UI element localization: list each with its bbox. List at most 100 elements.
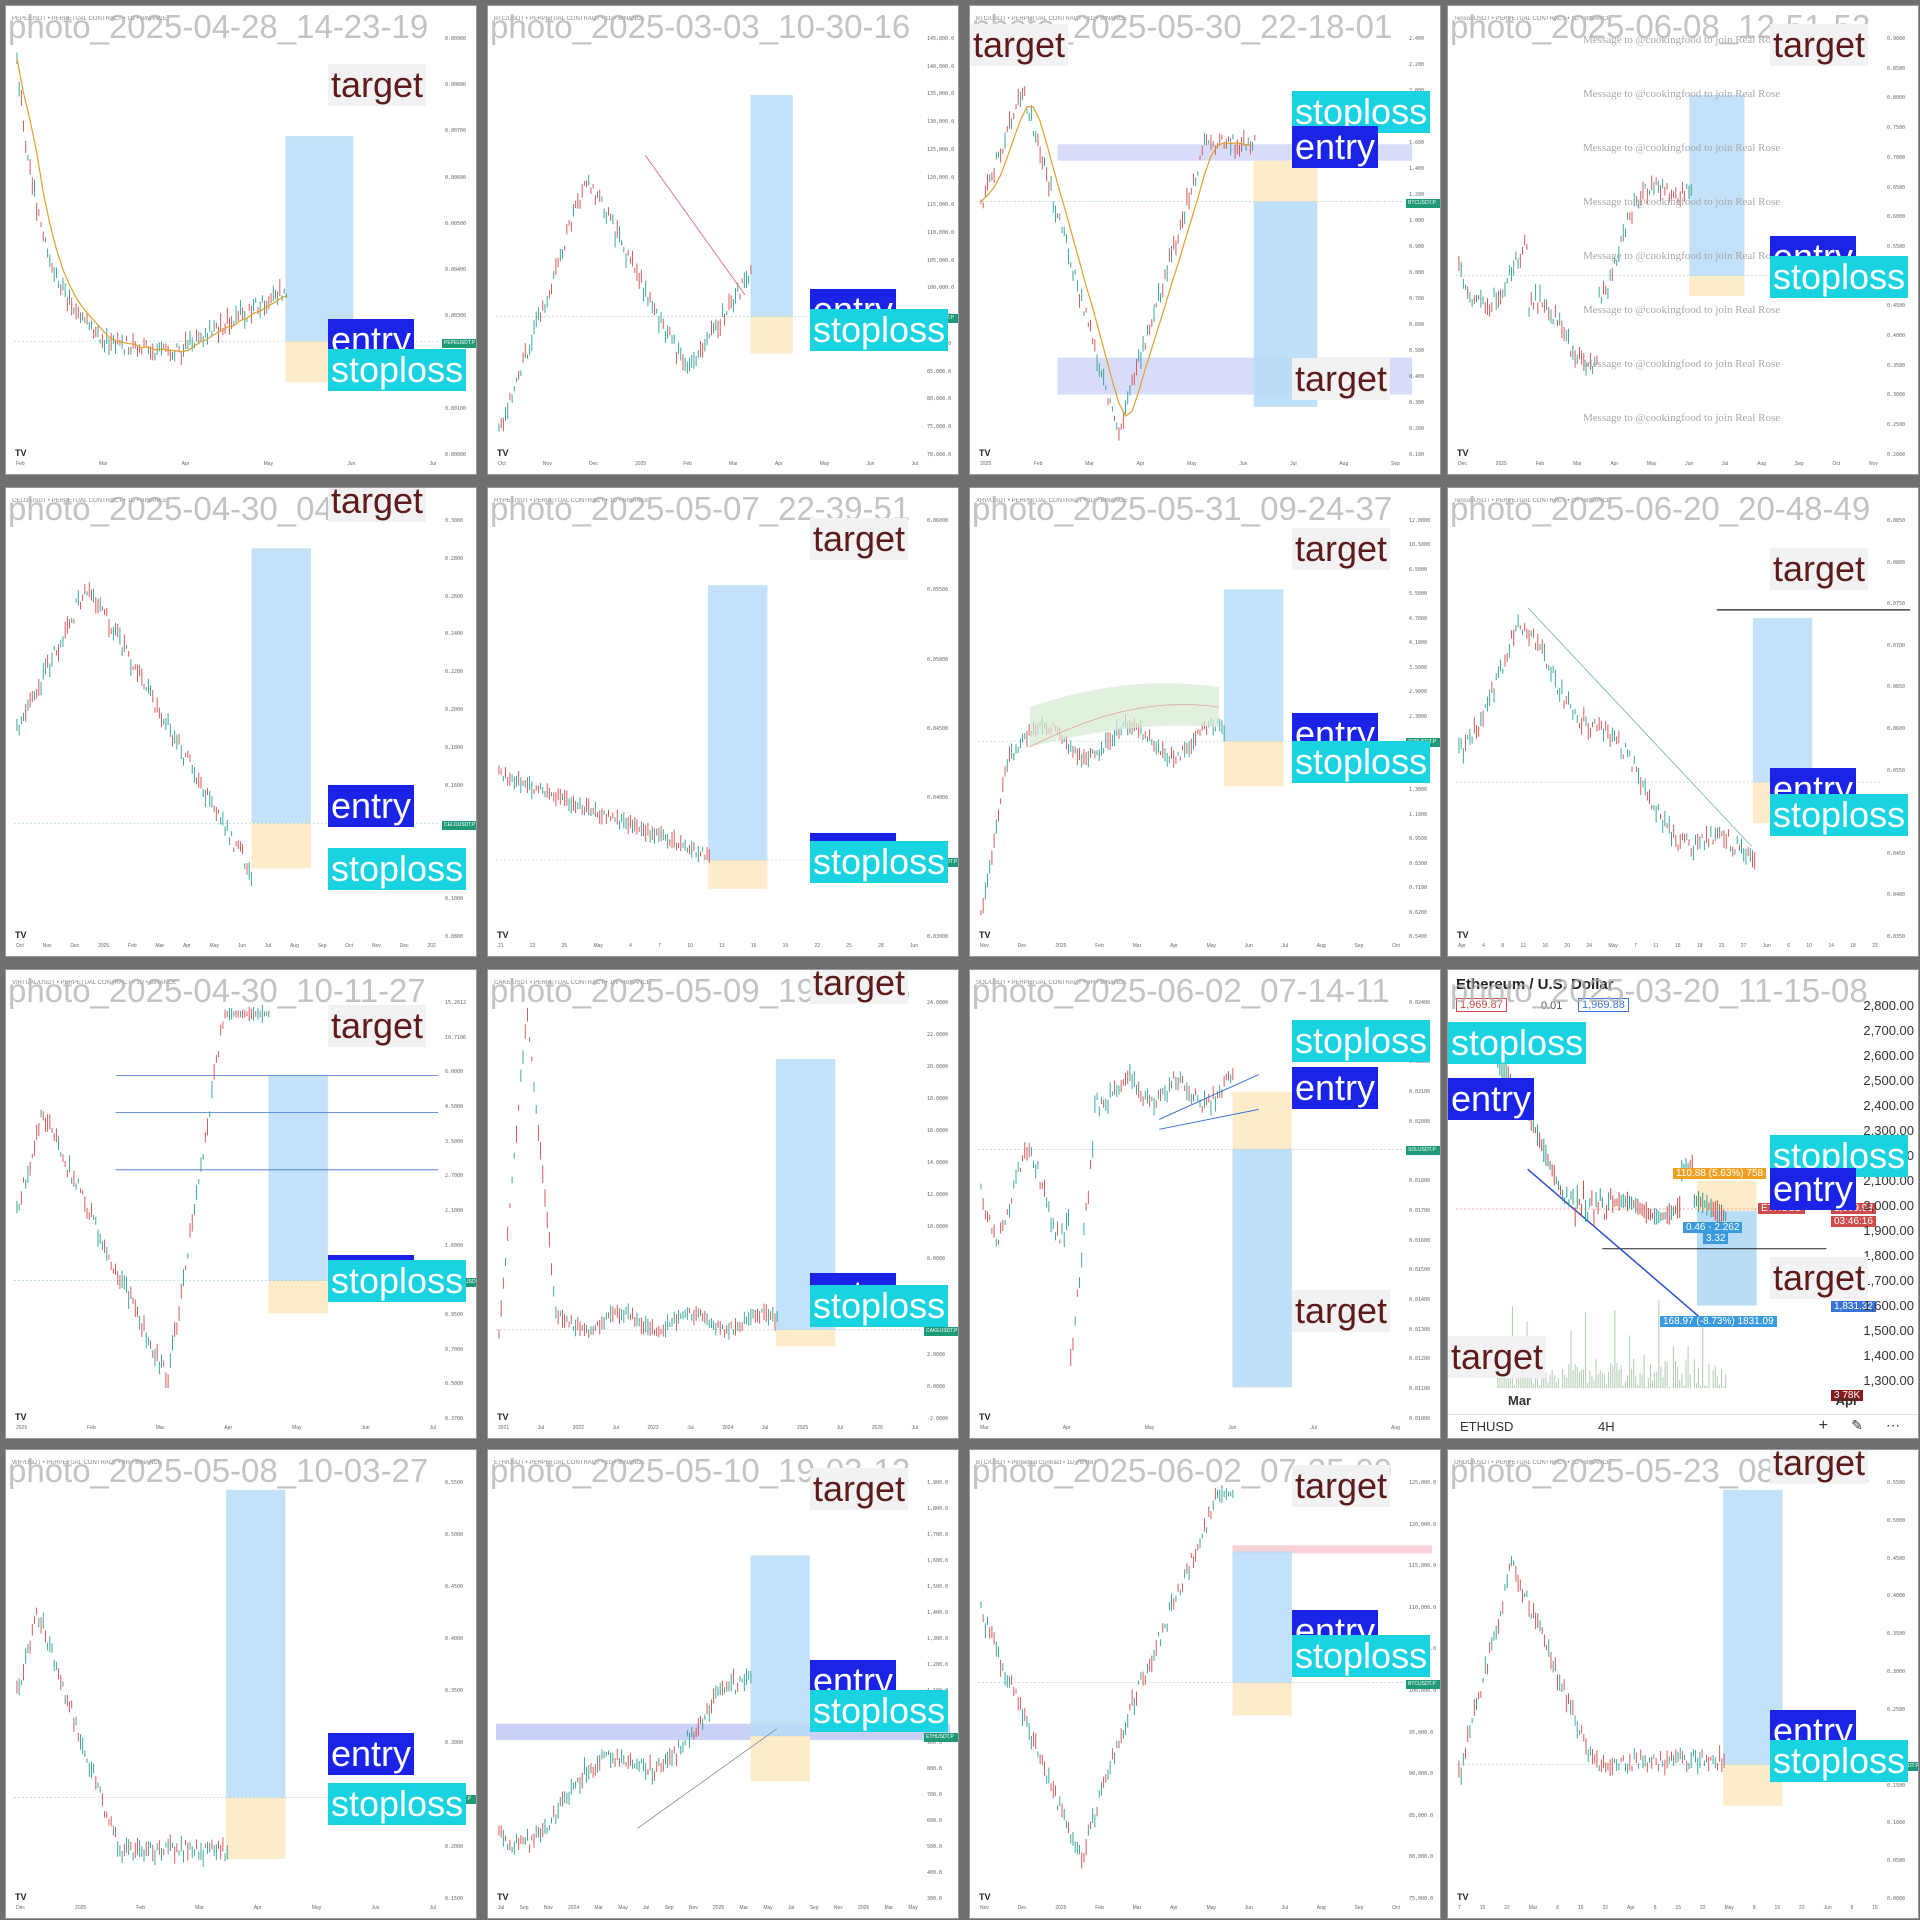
target-label: target [810, 1468, 909, 1510]
time-tick-label: Aug [1316, 943, 1326, 949]
time-tick-label: Mar [884, 1905, 894, 1911]
time-tick-label: 21 [498, 943, 504, 949]
time-axis[interactable]: 2021 Jul 2022 Jul 2023 Jul 2024 Jul 2025 Jul 2026 J… [498, 1425, 918, 1435]
price-axis[interactable]: 0.9000 0.8500 0.8000 0.7500 0.7000 0.6500 0.60… [1884, 36, 1918, 458]
draw-icon[interactable]: ✎ [1851, 1417, 1863, 1434]
time-tick-label: 13 [719, 943, 725, 949]
price-tick-label: 12.0000 [1409, 518, 1431, 524]
time-tick-label: Apr [1170, 943, 1178, 949]
price-tick-label: 0.01700 [1409, 1207, 1431, 1214]
time-tick-label: Jul [1281, 1905, 1289, 1911]
chart-panel: VIRTUAL/USDT • PERPETUAL CONTRACT • 1D •… [5, 969, 477, 1439]
price-axis[interactable]: 0.024000.023000.022000.021000.020000.019… [1406, 1000, 1440, 1422]
price-axis[interactable]: 0.00900 0.00800 0.00700 0.00600 0.00500 0.004… [442, 36, 476, 458]
price-axis[interactable]: 0.0850 0.0800 0.0750 0.0700 0.0650 0.0600 0.05… [1884, 518, 1918, 940]
time-axis[interactable]: Jul Sep Nov 2024 Mar May Jul Sep Nov 2025 Mar May Ju… [498, 1905, 918, 1915]
price-tick-label: 0.0650 [1887, 684, 1906, 691]
price-tick-label: 135,000.0 [927, 91, 955, 98]
time-axis[interactable]: Oct Nov Dec 2025 Feb Mar Apr May Jun Jul [498, 461, 918, 471]
price-tick-label: 1.600 [1409, 140, 1425, 146]
chart-panel: ETH/USDT • PERPETUAL CONTRACT • 1D • BIN… [487, 1449, 959, 1919]
price-tick-label: 14.0000 [927, 1160, 949, 1166]
price-tick-label: 0.8300 [1409, 860, 1428, 867]
price-tick-label: 10.7106 [445, 1034, 467, 1041]
time-tick-label: Feb [1095, 943, 1104, 949]
price-axis[interactable]: 145,000.0 140,000.0 135,000.0 130,000.0 125,… [924, 36, 958, 458]
price-tick-label: 16.0000 [927, 1128, 949, 1134]
more-icon[interactable]: ⋯ [1886, 1417, 1900, 1434]
price-axis[interactable]: 15.2612 10.7106 6.0000 4.5000 3.5000 2.7000 2.… [442, 1000, 476, 1422]
price-tick-label: 100,000.0 [1409, 1687, 1437, 1694]
time-tick-label: Mar [980, 1425, 989, 1431]
time-axis[interactable]: Nov Dec 2025 Feb Mar Apr May Jun Jul Aug Sep Oct [980, 1905, 1400, 1915]
price-tick-label: 0.0000 [1887, 1895, 1906, 1902]
time-tick-label: May [292, 1425, 302, 1431]
price-tick-label: 0.0800 [445, 933, 464, 940]
price-tick-label: 0.9500 [445, 1311, 464, 1318]
time-axis[interactable]: Nov Dec 2025 Feb Mar Apr May Jun Jul Aug Sep Oct [980, 943, 1400, 953]
risk-zone [1696, 1181, 1757, 1211]
price-tick-label: 0.1500 [445, 1896, 464, 1902]
price-tick-label: 1,800.0 [927, 1506, 949, 1512]
price-axis[interactable]: 125,000.0120,000.0115,000.0110,000.0105,… [1406, 1480, 1440, 1902]
price-axis[interactable]: 0.55000.50000.45000.40000.35000.30000.25… [1884, 1480, 1918, 1902]
chart-canvas [13, 1489, 439, 1867]
price-tick-label: 2.200 [1409, 62, 1425, 68]
time-axis[interactable]: Apr 4 8 12 16 20 24 May 7 11 15 19 23 27 Jun 6 10 14 18 22 [1458, 943, 1878, 953]
time-tick-label: 10 [687, 943, 693, 949]
price-tick-label: 15.2612 [445, 1000, 467, 1006]
price-tick-label: 0.6500 [1887, 184, 1906, 191]
time-axis[interactable]: Mar Apr [1508, 1393, 1858, 1408]
price-axis[interactable]: 12.0000 10.5000 6.5000 5.5000 4.7000 4.1000 3.… [1406, 518, 1440, 940]
interval-button[interactable]: 4H [1598, 1419, 1615, 1434]
time-axis[interactable]: Feb Mar Apr May Jun Jul [16, 461, 436, 471]
price-tick-label: 140,000.0 [927, 63, 955, 70]
target-zone [1752, 618, 1813, 783]
price-tick-label: 0.01800 [1409, 1178, 1431, 1185]
time-tick-label: Mar [195, 1905, 204, 1911]
price-tick-label: 75,000.0 [927, 424, 952, 431]
price-tick-label: 120,000.0 [1409, 1521, 1437, 1528]
time-tick-label: Jul [761, 1425, 769, 1431]
symbol-label[interactable]: ETHUSD [1460, 1419, 1513, 1434]
price-tick-label: 1.6000 [445, 1242, 464, 1249]
time-tick-label: 22 [1799, 1905, 1805, 1911]
time-axis[interactable]: 2025 Feb Mar Apr May Jun Jul [16, 1425, 436, 1435]
price-tick-label: 0.3500 [1887, 362, 1906, 369]
time-axis[interactable]: 2025 Feb Mar Apr May Jun Jul Aug Sep [980, 461, 1400, 471]
price-tick-label: 2.9000 [1409, 689, 1428, 696]
time-axis[interactable]: 21 23 25 May 4 7 10 13 16 19 22 25 28 Jun [498, 943, 918, 953]
measure-label-mid2: 3.32 [1703, 1233, 1729, 1244]
time-tick-label: May [1608, 943, 1618, 949]
tradingview-logo-icon: TV [1457, 448, 1469, 458]
time-tick-label: Aug [1391, 1425, 1400, 1431]
price-tick-label: 0.400 [1409, 374, 1425, 380]
price-tick-label: 0.01000 [1409, 1415, 1431, 1422]
measure-label-up: 110.88 (5.63%) 758 [1673, 1168, 1767, 1179]
entry-label: entry [328, 1733, 415, 1775]
time-tick-label: Apr [1835, 1393, 1858, 1408]
chart-canvas [1455, 1489, 1881, 1806]
time-tick-label: 15 [1479, 1905, 1486, 1911]
time-tick-label: 2026 [871, 1425, 883, 1431]
time-axis[interactable]: Mar Apr May Jun Jul Aug [980, 1425, 1400, 1435]
price-tick-label: 0.1000 [445, 896, 464, 903]
time-axis[interactable]: Dec 2025 Feb Mar Apr May Jun Jul [16, 1905, 436, 1915]
add-icon[interactable]: + [1819, 1417, 1828, 1435]
time-tick-label: Dec [70, 943, 80, 949]
price-axis[interactable]: 24.0000 22.0000 20.0000 18.0000 16.0000 14.00… [924, 1000, 958, 1422]
time-axis[interactable]: Oct Nov Dec 2025 Feb Mar Apr May Jun Jul Aug Sep Oct… [16, 943, 436, 953]
time-tick-label: 2025 [713, 1905, 725, 1911]
time-axis[interactable]: Dec 2025 Feb Mar Apr May Jun Jul Aug Sep Oct Nov [1458, 461, 1878, 471]
price-tick-label: 80,000.0 [1409, 1854, 1434, 1861]
price-tick-label: 0.0550 [1887, 767, 1906, 774]
price-tick-label: 2,800.00 [1863, 998, 1914, 1013]
target-label: target [328, 488, 427, 522]
stoploss-label: stoploss [1292, 1635, 1431, 1677]
price-tick-label: 0.00500 [445, 220, 467, 227]
time-axis[interactable]: 7 15 22 Mar 8 15 22 Apr 8 15 22 May 8 15 22 Jun 8 15 [1458, 1905, 1878, 1915]
time-tick-label: Jul [911, 1425, 918, 1431]
price-axis[interactable]: 0.55000.50000.45000.40000.35000.30000.25… [442, 1480, 476, 1902]
time-tick-label: 16 [750, 943, 757, 949]
price-tick-label: 0.5500 [1887, 243, 1906, 250]
